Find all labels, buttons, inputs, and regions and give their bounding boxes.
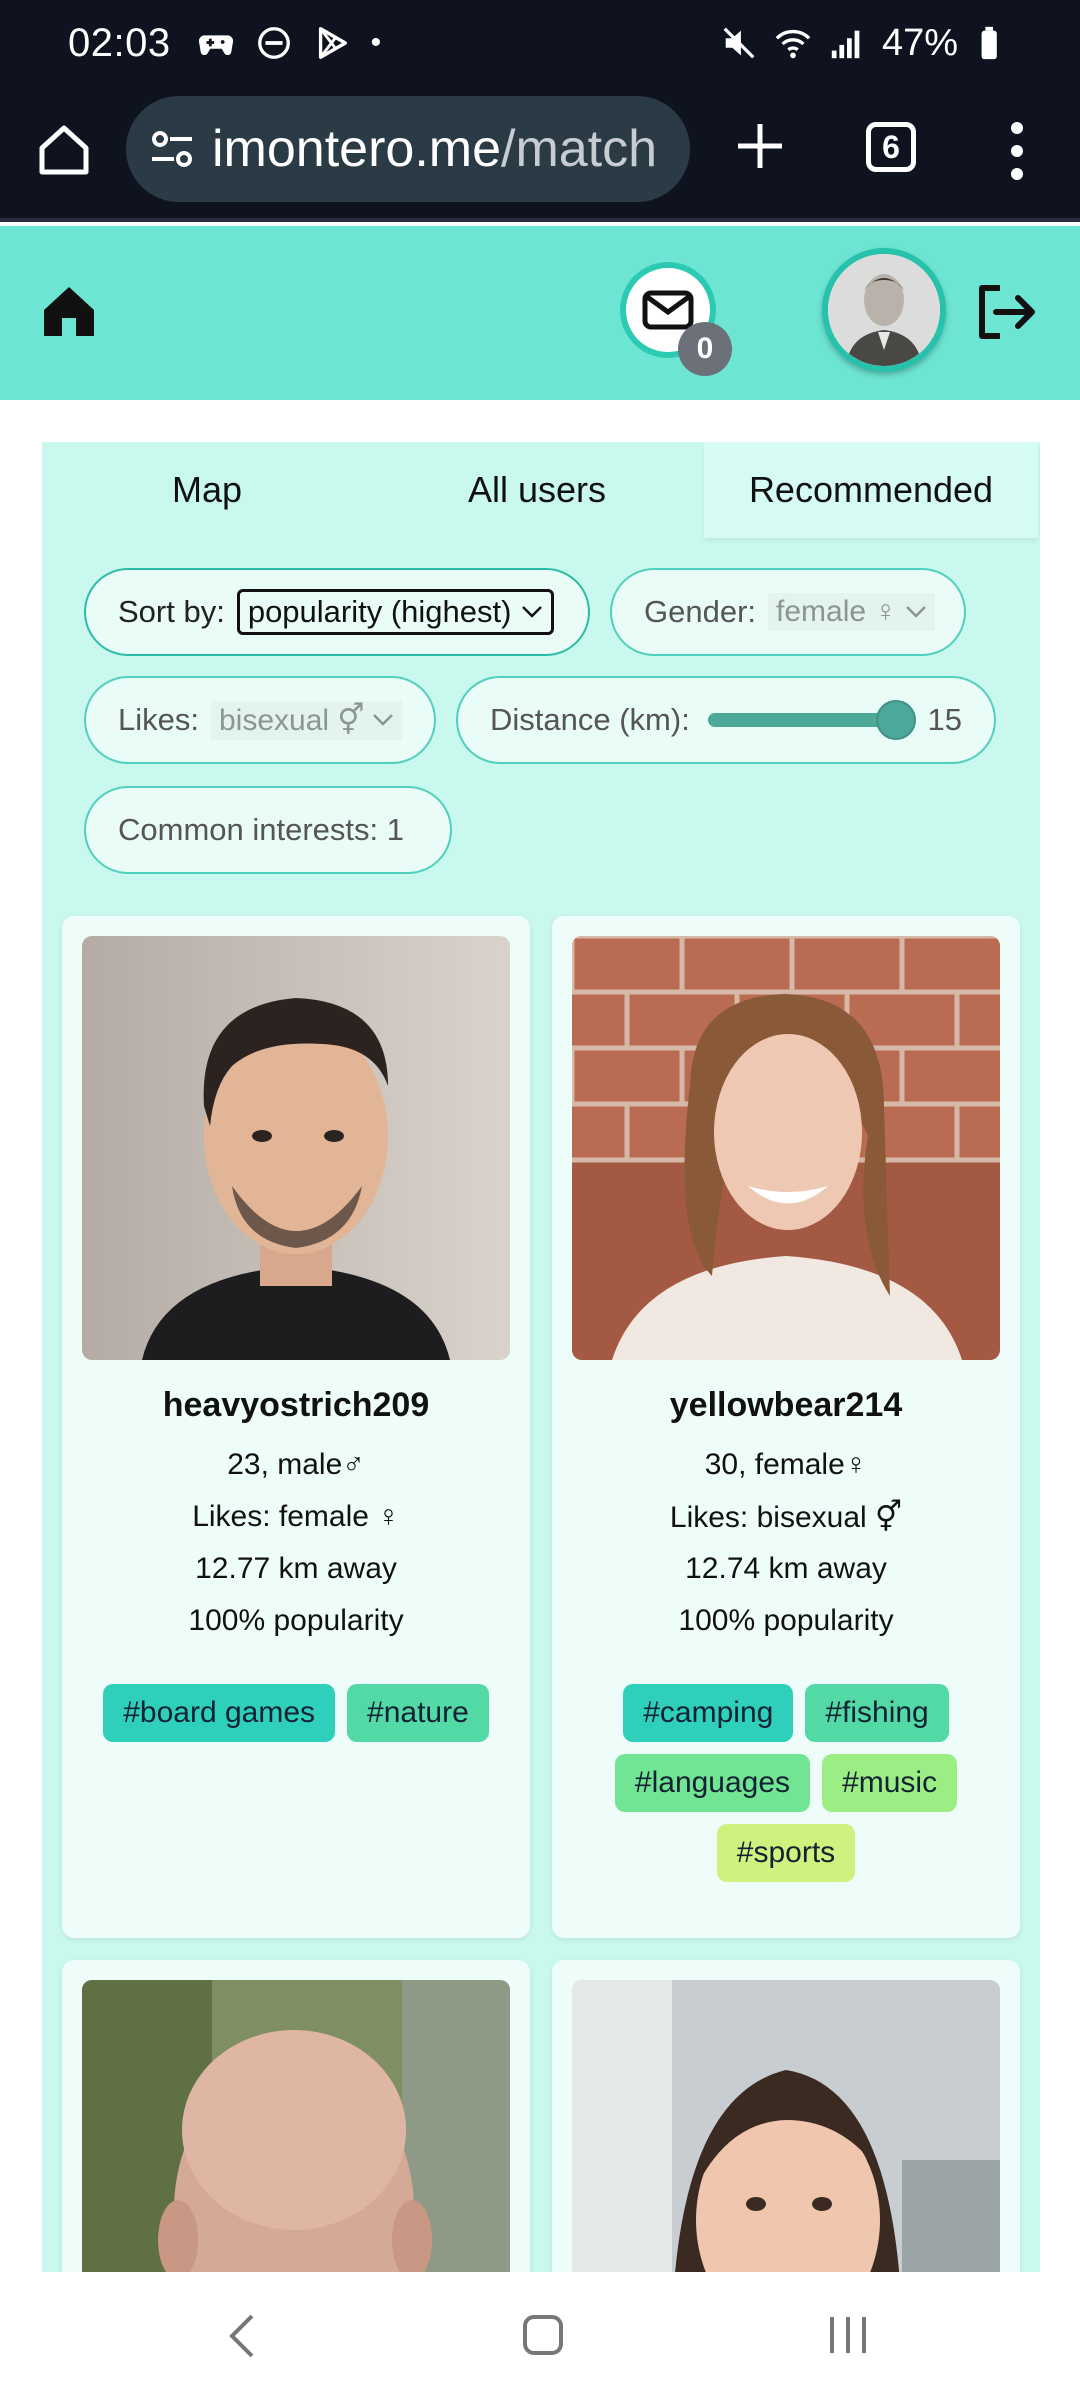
new-tab-icon[interactable] xyxy=(732,118,788,174)
user-card[interactable]: heavyostrich209 23, male♂ Likes: female … xyxy=(62,916,530,1938)
do-not-disturb-icon xyxy=(257,27,290,59)
tab-recommended[interactable]: Recommended xyxy=(704,442,1038,538)
address-bar[interactable]: imontero.me/match xyxy=(126,96,690,202)
chevron-down-icon xyxy=(906,606,926,618)
distance-filter: Distance (km): 15 xyxy=(456,676,996,764)
tab-map[interactable]: Map xyxy=(42,442,372,538)
user-age-gender: 30, female♀ xyxy=(704,1448,868,1481)
app-header: 0 xyxy=(0,226,1080,400)
common-interests-label: Common interests: 1 xyxy=(118,812,404,847)
logout-icon[interactable] xyxy=(974,282,1038,342)
user-likes: Likes: female ♀ xyxy=(192,1500,400,1533)
user-photo-image xyxy=(82,1980,510,2272)
chevron-down-icon xyxy=(522,606,543,618)
gender-label: Gender: xyxy=(644,594,757,629)
sort-select[interactable]: popularity (highest) xyxy=(236,589,555,635)
user-photo-image xyxy=(572,936,1000,1360)
user-distance: 12.74 km away xyxy=(685,1552,887,1585)
likes-label: Likes: xyxy=(118,702,199,737)
interest-tag[interactable]: #camping xyxy=(623,1684,794,1742)
sort-label: Sort by: xyxy=(118,594,225,629)
play-store-icon xyxy=(318,27,347,59)
signal-icon xyxy=(831,30,860,59)
avatar[interactable] xyxy=(822,248,946,372)
url-domain: imontero.me xyxy=(212,120,501,178)
user-popularity: 100% popularity xyxy=(678,1604,894,1637)
gender-filter: Gender: female ♀ xyxy=(610,568,966,656)
chevron-down-icon xyxy=(373,714,394,726)
user-name[interactable]: yellowbear214 xyxy=(552,1386,1020,1425)
overflow-menu-icon[interactable] xyxy=(1006,120,1028,182)
unread-badge: 0 xyxy=(678,322,732,376)
likes-filter: Likes: bisexual ⚥ xyxy=(84,676,436,764)
distance-slider[interactable] xyxy=(707,700,916,740)
common-interests-filter[interactable]: Common interests: 1 xyxy=(84,786,452,874)
gender-select[interactable]: female ♀ xyxy=(768,593,935,631)
interest-tag[interactable]: #languages xyxy=(614,1754,811,1812)
likes-value: bisexual ⚥ xyxy=(218,703,365,737)
mail-icon xyxy=(642,290,694,330)
user-name[interactable]: heavyostrich209 xyxy=(62,1386,530,1425)
user-tags: #board games #nature xyxy=(82,1684,510,1742)
tab-all-users[interactable]: All users xyxy=(372,442,702,538)
user-card[interactable]: yellowbear214 30, female♀ Likes: bisexua… xyxy=(552,916,1020,1938)
user-photo[interactable] xyxy=(572,1980,1000,2272)
url-text: imontero.me/match xyxy=(212,119,657,179)
interest-tag[interactable]: #fishing xyxy=(805,1684,949,1742)
home-icon[interactable] xyxy=(40,282,98,340)
match-panel: Map All users Recommended Sort by: popul… xyxy=(42,442,1040,2272)
home-nav-icon[interactable] xyxy=(522,2314,564,2356)
avatar-portrait xyxy=(828,254,940,366)
tab-switcher-icon[interactable]: 6 xyxy=(866,122,916,172)
user-card[interactable] xyxy=(62,1960,530,2272)
system-nav-bar xyxy=(0,2272,1080,2400)
mute-icon xyxy=(723,27,755,59)
interest-tag[interactable]: #board games xyxy=(103,1684,336,1742)
user-photo[interactable] xyxy=(82,1980,510,2272)
browser-home-icon[interactable] xyxy=(34,120,94,180)
game-controller-icon xyxy=(198,35,233,56)
distance-slider-thumb[interactable] xyxy=(875,700,916,740)
user-photo-image xyxy=(572,1980,1000,2272)
notification-dot-icon: • xyxy=(370,26,382,59)
user-distance: 12.77 km away xyxy=(195,1552,397,1585)
battery-icon xyxy=(981,26,997,60)
interest-tag[interactable]: #nature xyxy=(347,1684,489,1742)
user-popularity: 100% popularity xyxy=(188,1604,404,1637)
battery-percent: 47% xyxy=(881,21,958,64)
site-settings-icon[interactable] xyxy=(146,123,198,175)
distance-value: 15 xyxy=(927,702,962,737)
browser-toolbar: imontero.me/match 6 xyxy=(0,86,1080,222)
user-photo[interactable] xyxy=(82,936,510,1360)
interest-tag[interactable]: #music xyxy=(822,1754,958,1812)
status-time: 02:03 xyxy=(68,20,171,65)
view-tabs: Map All users Recommended xyxy=(42,442,1040,538)
user-card[interactable] xyxy=(552,1960,1020,2272)
user-age-gender: 23, male♂ xyxy=(227,1448,365,1481)
distance-label: Distance (km): xyxy=(490,702,690,737)
sort-filter: Sort by: popularity (highest) xyxy=(84,568,590,656)
user-photo-image xyxy=(82,936,510,1360)
interest-tag[interactable]: #sports xyxy=(716,1824,856,1882)
status-bar: 02:03 • 47% xyxy=(0,0,1080,86)
user-likes: Likes: bisexual ⚥ xyxy=(669,1501,903,1534)
user-tags: #camping #fishing #languages #music #spo… xyxy=(572,1684,1000,1882)
url-path: /match xyxy=(501,120,658,178)
sort-value: popularity (highest) xyxy=(247,594,512,629)
gender-value: female ♀ xyxy=(776,595,897,628)
recents-icon[interactable] xyxy=(826,2314,870,2356)
back-icon[interactable] xyxy=(226,2312,256,2360)
wifi-icon xyxy=(775,29,811,59)
likes-select[interactable]: bisexual ⚥ xyxy=(210,700,403,740)
user-photo[interactable] xyxy=(572,936,1000,1360)
